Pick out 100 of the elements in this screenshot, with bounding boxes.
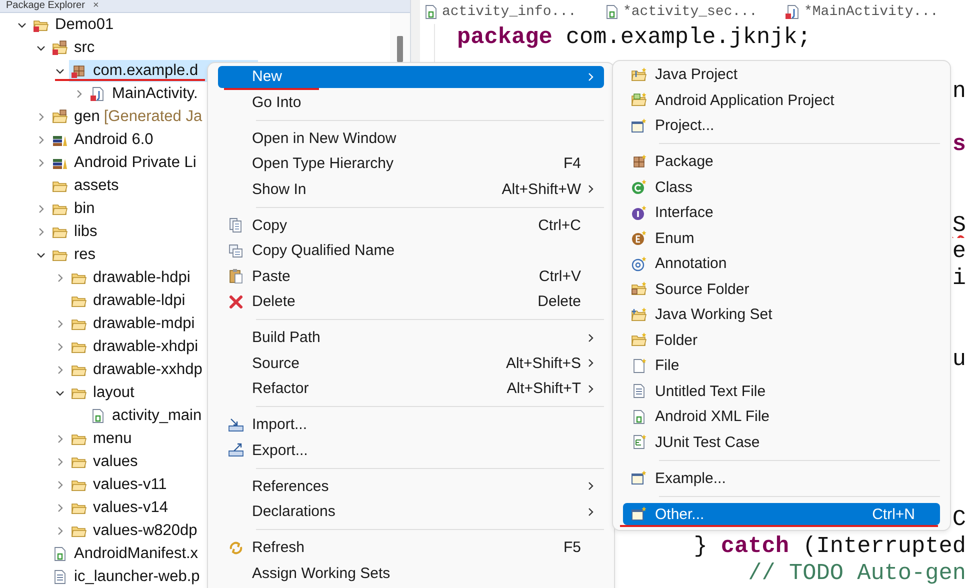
new-window-icon xyxy=(631,506,647,522)
tree-item[interactable]: src xyxy=(50,36,97,58)
editor-tab[interactable]: *activity_sec... xyxy=(601,1,782,23)
code-line: i xyxy=(952,267,966,290)
popup-option[interactable]: New xyxy=(218,66,604,88)
new-folder-icon xyxy=(631,332,647,348)
new-window-icon xyxy=(631,118,647,134)
tree-item[interactable]: res xyxy=(50,244,98,266)
package-icon xyxy=(71,62,87,78)
popup-option[interactable]: Interface xyxy=(623,202,940,224)
popup-option[interactable]: Source Folder xyxy=(623,278,940,300)
code-line: n xyxy=(952,80,966,102)
tree-item[interactable]: libs xyxy=(50,220,100,242)
scrollbar-thumb[interactable] xyxy=(397,36,403,62)
popup-option[interactable]: Java Working Set xyxy=(623,304,940,326)
popup-option[interactable]: Android Application Project xyxy=(623,89,940,112)
tree-item[interactable]: values xyxy=(69,450,140,472)
at-sign-icon xyxy=(631,256,647,272)
package-icon xyxy=(631,154,647,170)
popup-option[interactable]: Assign Working Sets xyxy=(218,562,604,584)
java-file-icon xyxy=(785,4,801,20)
popup-option[interactable]: Java Project xyxy=(623,64,940,86)
popup-option[interactable]: Open Type Hierarchy F4 xyxy=(218,152,604,175)
tree-item[interactable]: AndroidManifest.x xyxy=(50,542,200,564)
code-line: } catch (Interrupted xyxy=(694,535,966,558)
popup-option[interactable]: Enum xyxy=(623,227,940,250)
popup-option[interactable]: Package xyxy=(623,150,940,173)
refresh-icon xyxy=(228,540,244,556)
popup-option[interactable]: Import... xyxy=(218,414,604,436)
popup-option[interactable]: Class xyxy=(623,176,940,198)
tree-item[interactable]: gen [Generated Ja xyxy=(50,106,204,128)
popup-option[interactable]: References xyxy=(218,475,604,498)
tree-item[interactable]: drawable-xxhdp xyxy=(69,358,204,380)
popup-option[interactable]: Build Path xyxy=(218,326,604,349)
popup-option[interactable]: Refresh F5 xyxy=(218,536,604,559)
popup-option[interactable]: Export... xyxy=(218,439,604,462)
tree-item[interactable]: bin xyxy=(50,198,97,220)
tree-item[interactable]: drawable-mdpi xyxy=(69,312,197,334)
code-line: s xyxy=(952,133,966,156)
code-line: u xyxy=(952,348,966,370)
document-icon xyxy=(90,408,106,424)
document-icon xyxy=(52,546,68,562)
tree-item[interactable]: Demo01 xyxy=(31,14,116,36)
popup-option[interactable]: Other... Ctrl+N xyxy=(623,503,940,526)
tree-item[interactable]: drawable-hdpi xyxy=(69,266,192,288)
tree-item[interactable]: MainActivity. xyxy=(88,82,200,104)
source-folder-icon xyxy=(631,281,647,298)
copy-icon xyxy=(228,217,244,234)
popup-option[interactable]: Folder xyxy=(623,329,940,352)
document-icon xyxy=(52,568,68,584)
popup-option[interactable]: Declarations xyxy=(218,500,604,523)
popup-option[interactable]: File xyxy=(623,354,940,377)
popup-option[interactable]: Annotation xyxy=(623,252,940,275)
tree-item[interactable]: layout xyxy=(69,382,136,404)
new-project-icon xyxy=(631,66,647,83)
popup-option[interactable]: Show In Alt+Shift+W xyxy=(218,178,604,200)
tree-item[interactable]: ic_launcher-web.p xyxy=(50,566,202,588)
tree-item[interactable]: values-v14 xyxy=(69,496,170,518)
new-file-icon xyxy=(631,358,647,374)
popup-option[interactable]: Copy Qualified Name xyxy=(218,240,604,262)
import-icon xyxy=(228,416,244,433)
editor-tab[interactable]: activity_info... xyxy=(420,1,601,23)
popup-option[interactable]: Refactor Alt+Shift+T xyxy=(218,378,604,400)
popup-option[interactable]: Go Into xyxy=(218,91,604,114)
document-icon xyxy=(631,408,647,425)
tree-item[interactable]: Android Private Li xyxy=(50,152,198,174)
popup-option[interactable]: Project... xyxy=(623,114,940,137)
new-window-icon xyxy=(631,470,647,486)
tree-item[interactable]: menu xyxy=(69,428,134,450)
popup-option[interactable]: Paste Ctrl+V xyxy=(218,265,604,288)
code-line: e xyxy=(952,240,966,264)
tree-item[interactable]: drawable-ldpi xyxy=(69,290,188,312)
java-file-icon xyxy=(90,86,106,102)
popup-option[interactable]: Delete Delete xyxy=(218,290,604,313)
code-line: package com.example.jknjk; xyxy=(457,26,811,49)
tree-item[interactable]: values-v11 xyxy=(69,474,169,496)
popup-option[interactable]: Source Alt+Shift+S xyxy=(218,352,604,374)
popup-option[interactable]: Example... xyxy=(623,467,940,490)
working-set-icon xyxy=(631,306,647,323)
new-project-icon xyxy=(631,92,647,108)
code-line: S xyxy=(952,214,966,236)
tree-item[interactable]: drawable-xhdpi xyxy=(69,336,200,358)
source-folder-icon xyxy=(52,108,68,124)
tree-item[interactable]: assets xyxy=(50,174,121,196)
tree-item[interactable]: values-w820dp xyxy=(69,520,200,542)
close-button[interactable]: × xyxy=(92,0,99,12)
source-folder-icon xyxy=(52,40,68,56)
popup-option[interactable]: Untitled Text File xyxy=(623,380,940,402)
popup-option[interactable]: Copy Ctrl+C xyxy=(218,214,604,236)
clipboard-icon xyxy=(228,268,244,284)
document-icon xyxy=(631,383,647,400)
enum-icon xyxy=(631,230,647,246)
tree-item[interactable]: activity_main xyxy=(88,404,204,426)
panel-title: Package Explorer xyxy=(6,0,85,12)
tree-item[interactable]: Android 6.0 xyxy=(50,128,156,150)
editor-tab[interactable]: *MainActivity... xyxy=(782,1,963,23)
popup-option[interactable]: Open in New Window xyxy=(218,127,604,150)
popup-option[interactable]: Android XML File xyxy=(623,406,940,428)
document-icon xyxy=(604,4,620,20)
popup-option[interactable]: JUnit Test Case xyxy=(623,431,940,454)
